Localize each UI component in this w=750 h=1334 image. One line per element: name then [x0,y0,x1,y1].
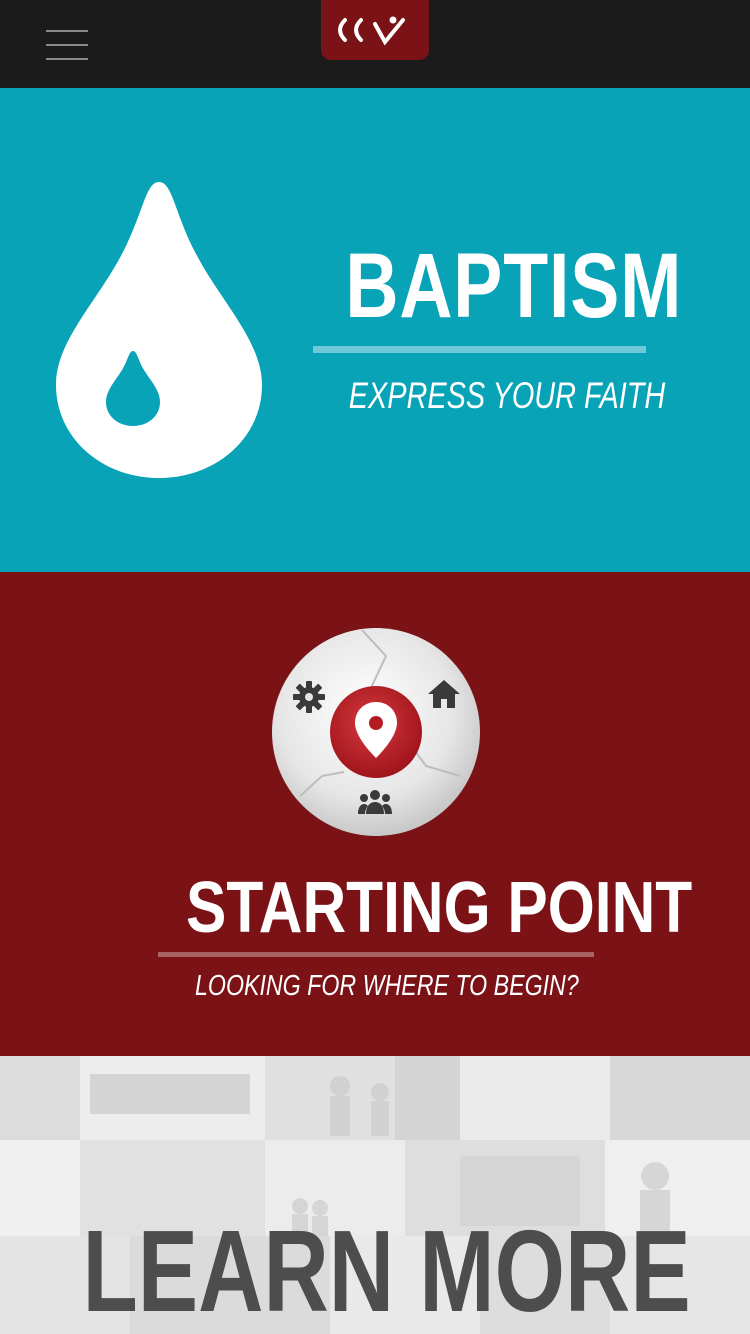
people-icon [358,790,392,814]
starting-point-divider [158,952,594,957]
starting-point-title: STARTING POINT [186,868,693,948]
baptism-divider [313,346,646,353]
water-drop-icon [56,182,262,478]
hamburger-menu-icon[interactable] [46,30,90,60]
top-nav-bar [0,0,750,88]
baptism-subtitle: EXPRESS YOUR FAITH [348,375,666,416]
baptism-title: BAPTISM [345,235,683,337]
learn-more-card[interactable]: LEARN MORE [0,1056,750,1334]
ccv-logo-icon[interactable] [321,0,429,60]
learn-more-title: LEARN MORE [82,1206,691,1334]
gear-icon [293,681,325,713]
starting-point-subtitle: LOOKING FOR WHERE TO BEGIN? [195,970,579,1002]
baptism-card[interactable]: BAPTISM EXPRESS YOUR FAITH [0,88,750,572]
home-icon [428,680,460,708]
starting-point-card[interactable]: STARTING POINT LOOKING FOR WHERE TO BEGI… [0,572,750,1056]
